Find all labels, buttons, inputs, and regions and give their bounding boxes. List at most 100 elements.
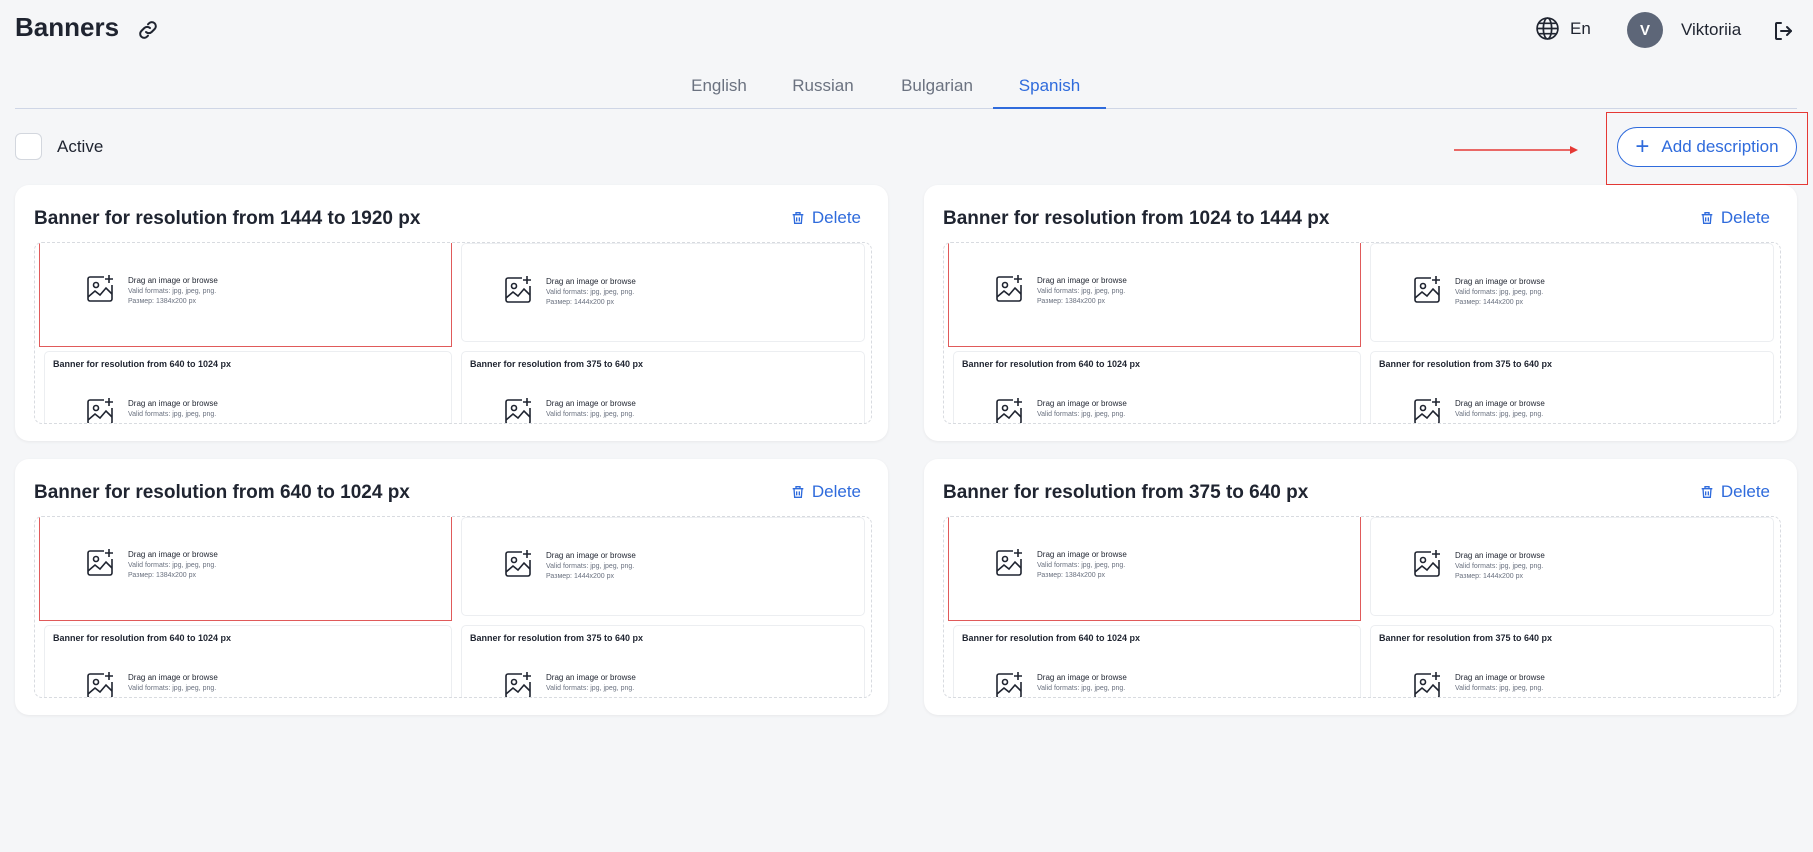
drop-zone[interactable]: Drag an image or browse Valid formats: jp… bbox=[502, 274, 636, 306]
drop-label: Drag an image or browse bbox=[1455, 399, 1545, 408]
size-label: Размер: 1384x200 px bbox=[128, 572, 197, 579]
image-add-icon bbox=[505, 276, 531, 303]
drop-zone[interactable]: Drag an image or browse Valid formats: jp… bbox=[993, 547, 1127, 579]
banner-card-1024-1444: Banner for resolution from 1024 to 1444 … bbox=[924, 185, 1797, 441]
delete-label: Delete bbox=[1720, 208, 1770, 227]
drop-zone[interactable]: Drag an image or browse Valid formats: jp… bbox=[502, 548, 636, 580]
drop-zone[interactable]: Drag an image or browse Valid formats: jp… bbox=[1411, 274, 1545, 306]
tab-bulgarian[interactable]: Bulgarian bbox=[887, 76, 987, 109]
preview-slot: Drag an image or browse Valid formats: jp… bbox=[1370, 243, 1774, 342]
drop-zone[interactable]: Drag an image or browse Valid formats: jp… bbox=[993, 670, 1127, 697]
preview-desktop-slot: Drag an image or browse Valid formats: jp… bbox=[39, 517, 452, 621]
user-menu[interactable]: V Viktoriia bbox=[1627, 12, 1741, 48]
banner-preview[interactable]: Drag an image or browse Valid formats: jp… bbox=[34, 516, 872, 698]
size-label: Размер: 1384x200 px bbox=[128, 298, 197, 305]
drop-zone[interactable]: Drag an image or browse Valid formats: jp… bbox=[84, 670, 218, 697]
banner-preview[interactable]: Drag an image or browse Valid formats: jp… bbox=[943, 516, 1781, 698]
drop-label: Drag an image or browse bbox=[128, 550, 218, 559]
delete-label: Delete bbox=[811, 482, 861, 501]
tab-english[interactable]: English bbox=[677, 76, 761, 109]
formats-label: Valid formats: jpg, jpeg, png. bbox=[1037, 562, 1126, 569]
add-description-button[interactable]: + Add description bbox=[1617, 127, 1797, 167]
drop-zone[interactable]: Drag an image or browse Valid formats: jp… bbox=[84, 273, 218, 305]
sub-title: Banner for resolution from 375 to 640 px bbox=[1379, 633, 1553, 643]
preview-slot: Banner for resolution from 375 to 640 px… bbox=[461, 351, 865, 423]
image-add-icon bbox=[996, 672, 1022, 697]
size-label: Размер: 1384x200 px bbox=[1037, 572, 1106, 579]
drop-zone[interactable]: Drag an image or browse Valid formats: jp… bbox=[502, 670, 636, 697]
banner-preview[interactable]: Drag an image or browse Valid formats: jp… bbox=[34, 242, 872, 424]
drop-label: Drag an image or browse bbox=[128, 399, 218, 408]
banner-card-1444-1920: Banner for resolution from 1444 to 1920 … bbox=[15, 185, 888, 441]
sub-title: Banner for resolution from 375 to 640 px bbox=[470, 633, 644, 643]
delete-button[interactable]: Delete bbox=[1699, 208, 1770, 228]
image-add-icon bbox=[87, 549, 113, 576]
preview-slot: Drag an image or browse Valid formats: jp… bbox=[1370, 517, 1774, 616]
tab-russian[interactable]: Russian bbox=[778, 76, 868, 109]
preview-slot: Banner for resolution from 640 to 1024 p… bbox=[953, 625, 1361, 697]
formats-label: Valid formats: jpg, jpeg, png. bbox=[546, 563, 635, 570]
sub-title: Banner for resolution from 640 to 1024 p… bbox=[53, 359, 232, 369]
trash-icon bbox=[792, 212, 804, 224]
formats-label: Valid formats: jpg, jpeg, png. bbox=[546, 289, 635, 296]
image-add-icon bbox=[996, 275, 1022, 302]
delete-button[interactable]: Delete bbox=[790, 482, 861, 502]
drop-label: Drag an image or browse bbox=[1037, 276, 1127, 285]
image-add-icon bbox=[87, 398, 113, 423]
image-add-icon bbox=[87, 275, 113, 302]
size-label: Размер: 1444x200 px bbox=[1455, 299, 1524, 306]
preview-slot: Banner for resolution from 640 to 1024 p… bbox=[44, 351, 452, 423]
drop-zone[interactable]: Drag an image or browse Valid formats: jp… bbox=[502, 396, 636, 423]
logout-icon[interactable] bbox=[1772, 19, 1796, 43]
preview-slot: Banner for resolution from 640 to 1024 p… bbox=[953, 351, 1361, 423]
language-label: En bbox=[1570, 18, 1591, 38]
drop-label: Drag an image or browse bbox=[1455, 673, 1545, 682]
banner-card-375-640: Banner for resolution from 375 to 640 px… bbox=[924, 459, 1797, 715]
drop-zone[interactable]: Drag an image or browse Valid formats: jp… bbox=[993, 273, 1127, 305]
drop-zone[interactable]: Drag an image or browse Valid formats: jp… bbox=[993, 396, 1127, 423]
globe-icon bbox=[1536, 17, 1559, 40]
formats-label: Valid formats: jpg, jpeg, png. bbox=[546, 685, 635, 692]
banner-card-640-1024: Banner for resolution from 640 to 1024 p… bbox=[15, 459, 888, 715]
page-header: Banners En V Viktoriia bbox=[0, 0, 1813, 60]
delete-button[interactable]: Delete bbox=[790, 208, 861, 228]
card-title: Banner for resolution from 640 to 1024 p… bbox=[34, 482, 410, 503]
drop-zone[interactable]: Drag an image or browse Valid formats: jp… bbox=[1411, 396, 1545, 423]
drop-label: Drag an image or browse bbox=[1037, 399, 1127, 408]
card-title: Banner for resolution from 375 to 640 px bbox=[943, 482, 1309, 503]
plus-icon: + bbox=[1635, 133, 1650, 160]
drop-label: Drag an image or browse bbox=[546, 399, 636, 408]
avatar: V bbox=[1627, 12, 1663, 48]
image-add-icon bbox=[996, 398, 1022, 423]
drop-zone[interactable]: Drag an image or browse Valid formats: jp… bbox=[84, 547, 218, 579]
card-title: Banner for resolution from 1024 to 1444 … bbox=[943, 208, 1330, 229]
language-switcher[interactable]: En bbox=[1535, 16, 1591, 41]
preview-slot: Banner for resolution from 375 to 640 px… bbox=[461, 625, 865, 697]
language-tabs: English Russian Bulgarian Spanish bbox=[15, 70, 1797, 109]
preview-desktop-slot: Drag an image or browse Valid formats: jp… bbox=[948, 243, 1361, 347]
drop-zone[interactable]: Drag an image or browse Valid formats: jp… bbox=[84, 396, 218, 423]
drop-zone[interactable]: Drag an image or browse Valid formats: jp… bbox=[1411, 670, 1545, 697]
drop-label: Drag an image or browse bbox=[546, 277, 636, 286]
preview-desktop-slot: Drag an image or browse Valid formats: jp… bbox=[39, 243, 452, 347]
formats-label: Valid formats: jpg, jpeg, png. bbox=[1455, 289, 1544, 296]
active-label: Active bbox=[57, 136, 104, 156]
sub-title: Banner for resolution from 640 to 1024 p… bbox=[962, 359, 1141, 369]
drop-zone[interactable]: Drag an image or browse Valid formats: jp… bbox=[1411, 548, 1545, 580]
sub-title: Banner for resolution from 640 to 1024 p… bbox=[962, 633, 1141, 643]
delete-label: Delete bbox=[811, 208, 861, 227]
preview-slot: Drag an image or browse Valid formats: jp… bbox=[461, 517, 865, 616]
preview-desktop-slot: Drag an image or browse Valid formats: jp… bbox=[948, 517, 1361, 621]
sub-title: Banner for resolution from 640 to 1024 p… bbox=[53, 633, 232, 643]
active-checkbox[interactable] bbox=[15, 133, 42, 160]
delete-button[interactable]: Delete bbox=[1699, 482, 1770, 502]
user-name: Viktoriia bbox=[1681, 20, 1742, 39]
trash-icon bbox=[792, 486, 804, 498]
formats-label: Valid formats: jpg, jpeg, png. bbox=[128, 411, 217, 418]
size-label: Размер: 1444x200 px bbox=[546, 299, 615, 306]
banner-preview[interactable]: Drag an image or browse Valid formats: jp… bbox=[943, 242, 1781, 424]
drop-label: Drag an image or browse bbox=[128, 276, 218, 285]
tab-spanish[interactable]: Spanish bbox=[993, 76, 1106, 109]
preview-slot: Drag an image or browse Valid formats: jp… bbox=[461, 243, 865, 342]
link-icon[interactable] bbox=[136, 18, 160, 42]
